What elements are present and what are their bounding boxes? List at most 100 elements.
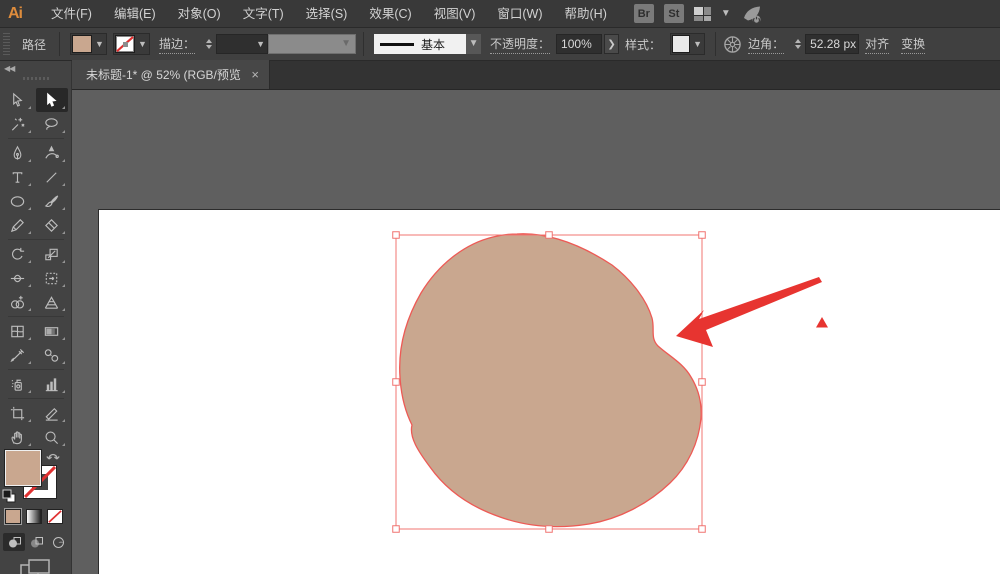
selection-handle[interactable] bbox=[699, 526, 706, 533]
magic-wand-tool[interactable] bbox=[2, 112, 34, 136]
color-button[interactable] bbox=[5, 509, 21, 524]
align-panel-link[interactable]: 对齐 bbox=[865, 35, 889, 54]
slice-tool[interactable] bbox=[36, 401, 68, 425]
selection-handle[interactable] bbox=[393, 232, 400, 239]
fill-indicator[interactable] bbox=[5, 450, 41, 486]
style-control[interactable]: ▼ bbox=[670, 33, 705, 55]
selection-handle[interactable] bbox=[699, 379, 706, 386]
screen-mode-icon[interactable] bbox=[20, 559, 50, 574]
selection-handle[interactable] bbox=[546, 526, 553, 533]
menu-item[interactable]: 对象(O) bbox=[167, 0, 232, 28]
chevron-down-icon[interactable]: ▼ bbox=[721, 9, 731, 19]
stroke-color-control[interactable]: ▼ bbox=[113, 33, 150, 55]
fill-swatch[interactable] bbox=[72, 35, 92, 53]
blend-tool[interactable] bbox=[36, 343, 68, 367]
perspective-grid-tool[interactable] bbox=[36, 290, 68, 314]
menu-item[interactable]: 效果(C) bbox=[358, 0, 422, 28]
stroke-width-stepper[interactable] bbox=[203, 39, 214, 49]
swap-fill-stroke-icon[interactable] bbox=[46, 449, 60, 463]
symbol-sprayer-tool[interactable] bbox=[2, 372, 34, 396]
panel-grip[interactable] bbox=[3, 33, 10, 55]
direct-selection-tool[interactable] bbox=[36, 88, 68, 112]
document-tab-title: 未标题-1* @ 52% (RGB/预览) bbox=[86, 66, 241, 83]
menu-item[interactable]: 编辑(E) bbox=[103, 0, 167, 28]
artboard-tool[interactable] bbox=[2, 401, 34, 425]
mesh-tool[interactable] bbox=[2, 319, 34, 343]
context-label: 路径 bbox=[22, 36, 46, 53]
pencil-tool[interactable] bbox=[2, 213, 34, 237]
eyedropper-tool[interactable] bbox=[2, 343, 34, 367]
gradient-button[interactable] bbox=[26, 509, 42, 524]
type-tool[interactable] bbox=[2, 165, 34, 189]
corner-panel-link[interactable]: 边角： bbox=[748, 35, 784, 54]
brush-preview[interactable]: 基本 bbox=[374, 34, 466, 54]
lasso-tool[interactable] bbox=[36, 112, 68, 136]
free-transform-tool[interactable] bbox=[36, 266, 68, 290]
stock-button[interactable]: St bbox=[664, 4, 684, 23]
opacity-input[interactable]: 100% bbox=[556, 34, 602, 54]
divider bbox=[715, 32, 716, 56]
tool-group-divider bbox=[8, 398, 64, 399]
stroke-width-combo[interactable]: ▼ bbox=[216, 34, 268, 54]
divider bbox=[363, 32, 364, 56]
chevron-down-icon[interactable]: ▼ bbox=[136, 39, 149, 49]
selection-tool[interactable] bbox=[2, 88, 34, 112]
close-tab-icon[interactable]: × bbox=[251, 68, 259, 81]
chevron-down-icon[interactable]: ▼ bbox=[93, 39, 106, 49]
opacity-panel-link[interactable]: 不透明度： bbox=[490, 35, 550, 54]
none-button[interactable] bbox=[47, 509, 63, 524]
chevron-down-icon[interactable]: ▼ bbox=[466, 34, 481, 54]
workspace-switcher-icon[interactable] bbox=[694, 7, 711, 21]
menu-item[interactable]: 选择(S) bbox=[295, 0, 359, 28]
draw-inside-button[interactable] bbox=[47, 533, 69, 551]
shape-builder-tool[interactable] bbox=[2, 290, 34, 314]
stroke-none-swatch[interactable] bbox=[115, 35, 135, 53]
brush-combo[interactable]: 基本 ▼ bbox=[374, 34, 481, 54]
menu-item[interactable]: 窗口(W) bbox=[486, 0, 553, 28]
menu-item[interactable]: 视图(V) bbox=[423, 0, 487, 28]
draw-normal-button[interactable] bbox=[3, 533, 25, 551]
gradient-tool[interactable] bbox=[36, 319, 68, 343]
collapse-panel-icon[interactable]: ◀◀ bbox=[4, 64, 14, 73]
selection-handle[interactable] bbox=[546, 232, 553, 239]
pen-tool[interactable] bbox=[2, 141, 34, 165]
curvature-tool[interactable] bbox=[36, 141, 68, 165]
blob-shape[interactable] bbox=[400, 234, 701, 527]
menu-item[interactable]: 文件(F) bbox=[40, 0, 103, 28]
menu-item[interactable]: 帮助(H) bbox=[554, 0, 618, 28]
recolor-artwork-icon[interactable] bbox=[723, 35, 742, 54]
column-graph-tool[interactable] bbox=[36, 372, 68, 396]
document-tab[interactable]: 未标题-1* @ 52% (RGB/预览) × bbox=[72, 60, 270, 89]
menu-item[interactable]: 文字(T) bbox=[232, 0, 295, 28]
selection-handle[interactable] bbox=[699, 232, 706, 239]
tools-panel: ◀◀ bbox=[0, 61, 72, 574]
chevron-right-icon[interactable]: ❯ bbox=[604, 34, 619, 54]
corner-radius-stepper[interactable] bbox=[792, 39, 803, 49]
hand-tool[interactable] bbox=[2, 425, 34, 449]
eraser-tool[interactable] bbox=[36, 213, 68, 237]
gpu-performance-rocket-icon[interactable] bbox=[741, 3, 763, 25]
selection-handle[interactable] bbox=[393, 526, 400, 533]
bridge-button[interactable]: Br bbox=[634, 4, 654, 23]
fill-color-control[interactable]: ▼ bbox=[70, 33, 107, 55]
tool-grid bbox=[0, 88, 71, 449]
scale-tool[interactable] bbox=[36, 242, 68, 266]
paintbrush-tool[interactable] bbox=[36, 189, 68, 213]
selection-handle[interactable] bbox=[393, 379, 400, 386]
ellipse-tool[interactable] bbox=[2, 189, 34, 213]
stroke-panel-link[interactable]: 描边： bbox=[159, 35, 195, 54]
artwork-layer bbox=[72, 90, 1000, 574]
style-swatch[interactable] bbox=[672, 35, 690, 53]
transform-panel-link[interactable]: 变换 bbox=[901, 35, 925, 54]
default-fill-stroke-icon[interactable] bbox=[2, 489, 16, 503]
zoom-tool[interactable] bbox=[36, 425, 68, 449]
tool-group-divider bbox=[8, 316, 64, 317]
chevron-down-icon[interactable]: ▼ bbox=[691, 39, 704, 49]
corner-radius-input[interactable]: 52.28 px bbox=[805, 34, 859, 54]
line-segment-tool[interactable] bbox=[36, 165, 68, 189]
width-tool[interactable] bbox=[2, 266, 34, 290]
rotate-tool[interactable] bbox=[2, 242, 34, 266]
panel-grip[interactable] bbox=[23, 77, 49, 80]
canvas[interactable] bbox=[72, 90, 1000, 574]
draw-behind-button[interactable] bbox=[25, 533, 47, 551]
